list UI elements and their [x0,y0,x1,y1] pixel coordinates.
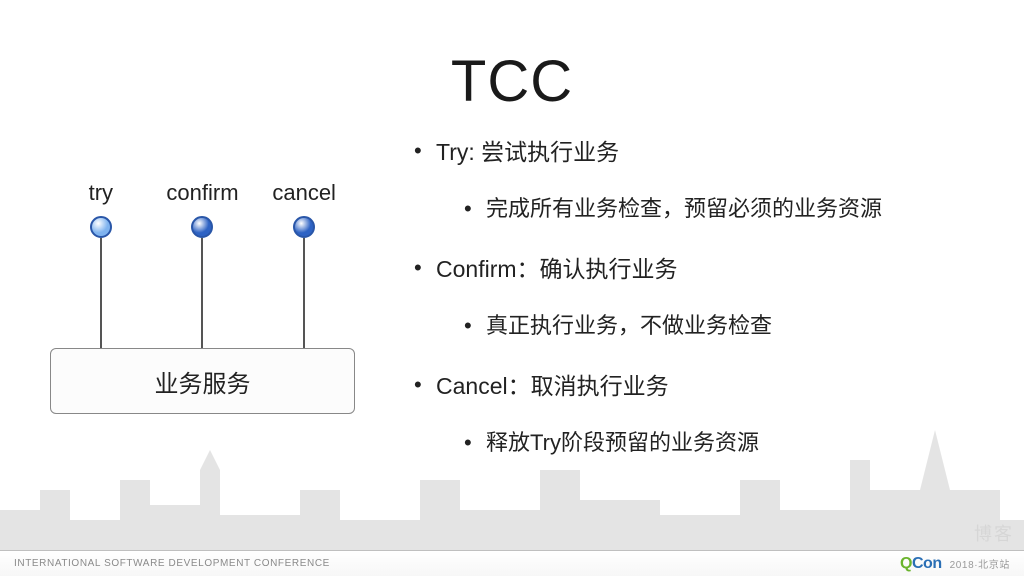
bullet-content: Try: 尝试执行业务 完成所有业务检查，预留必须的业务资源 Confirm：确… [410,136,1000,487]
bullet-text: Confirm：确认执行业务 [436,256,678,282]
bullet-confirm: Confirm：确认执行业务 真正执行业务，不做业务检查 [410,253,1000,342]
stem-try: try [56,180,146,355]
sub-bullet: 释放Try阶段预留的业务资源 [460,428,1000,459]
slide-title: TCC [0,48,1024,115]
footer-venue: 2018·北京站 [950,556,1010,571]
connector-line [303,238,305,355]
footer-right: QCon 2018·北京站 [900,555,1010,573]
footer-bar: INTERNATIONAL SOFTWARE DEVELOPMENT CONFE… [0,550,1024,576]
bullet-text: Try: 尝试执行业务 [436,139,619,165]
circle-icon [90,216,112,238]
logo-con: Con [912,555,942,572]
stem-cancel: cancel [259,180,349,355]
sub-list: 真正执行业务，不做业务检查 [460,311,1000,342]
connector-line [100,238,102,355]
bullet-text: Cancel：取消执行业务 [436,373,669,399]
bullet-try: Try: 尝试执行业务 完成所有业务检查，预留必须的业务资源 [410,136,1000,225]
qcon-logo: QCon [900,555,942,573]
stem-label: cancel [272,180,336,206]
diagram-stems: try confirm cancel [50,180,355,355]
stem-label: try [89,180,113,206]
watermark-text: 博客 [974,520,1014,546]
service-box: 业务服务 [50,348,355,414]
sub-bullet: 真正执行业务，不做业务检查 [460,311,1000,342]
circle-icon [293,216,315,238]
bullet-list: Try: 尝试执行业务 完成所有业务检查，预留必须的业务资源 Confirm：确… [410,136,1000,459]
connector-line [201,238,203,355]
slide: TCC try confirm cancel 业务服务 Try: 尝试 [0,0,1024,576]
logo-q: Q [900,555,912,572]
circle-icon [191,216,213,238]
bullet-cancel: Cancel：取消执行业务 释放Try阶段预留的业务资源 [410,370,1000,459]
stem-confirm: confirm [157,180,247,355]
tcc-diagram: try confirm cancel 业务服务 [50,180,355,430]
sub-bullet: 完成所有业务检查，预留必须的业务资源 [460,194,1000,225]
stem-label: confirm [166,180,238,206]
footer-left-text: INTERNATIONAL SOFTWARE DEVELOPMENT CONFE… [14,558,330,569]
sub-list: 释放Try阶段预留的业务资源 [460,428,1000,459]
sub-list: 完成所有业务检查，预留必须的业务资源 [460,194,1000,225]
